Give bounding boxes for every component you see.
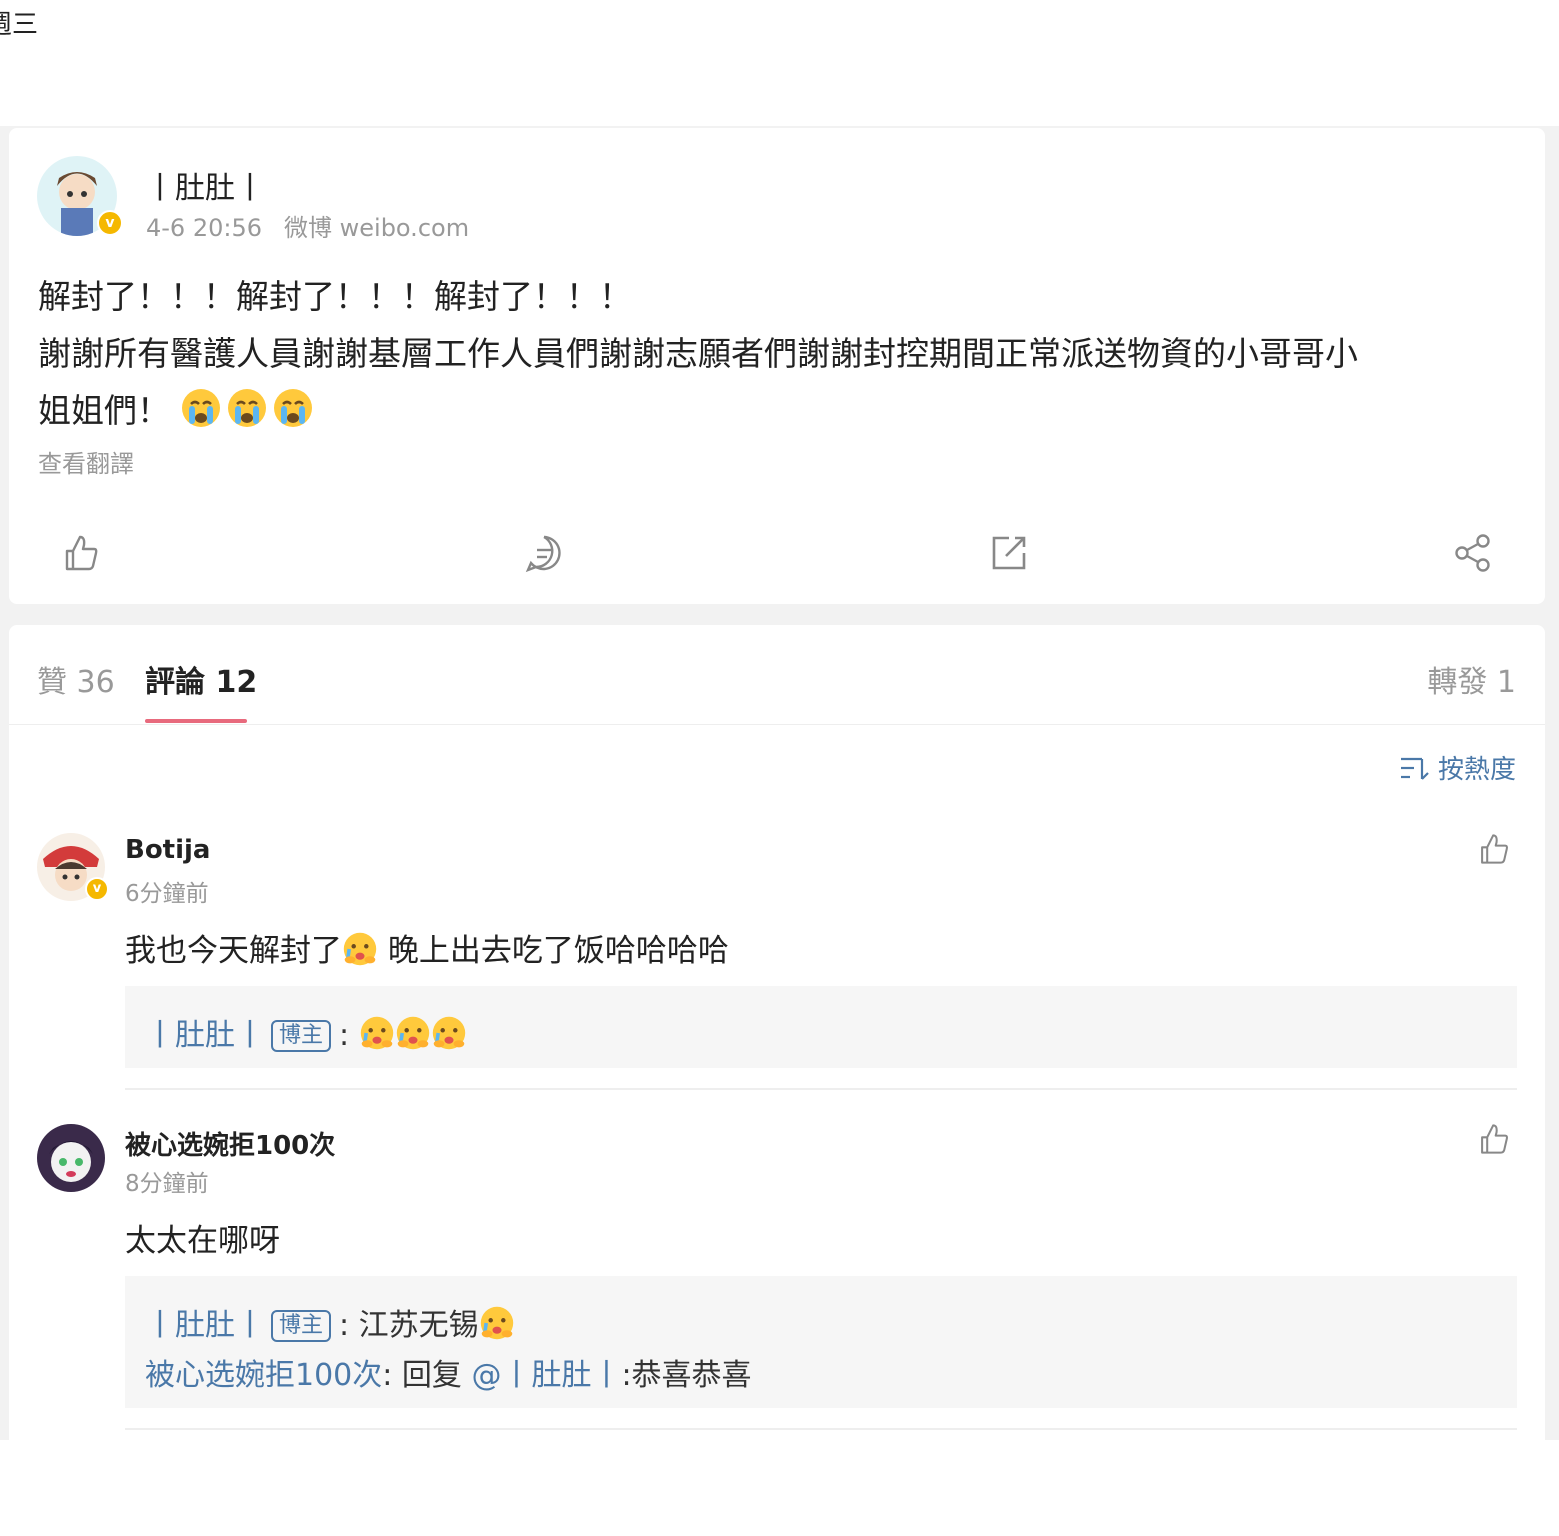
crying-face-icon: [227, 389, 266, 427]
tab-reposts[interactable]: 轉發 1: [1427, 657, 1516, 701]
author-badge: 博主: [271, 1310, 332, 1342]
comment-text: 我也今天解封了 晚上出去吃了饭哈哈哈哈: [125, 932, 729, 969]
tearful-hug-emoji-icon: [432, 1016, 465, 1050]
comment-divider: [125, 1088, 1517, 1090]
commenter-name[interactable]: 被心选婉拒100次: [125, 1125, 335, 1162]
tab-likes[interactable]: 贊 36: [37, 657, 115, 701]
verified-badge-icon: v: [97, 210, 123, 236]
post-body: 解封了！！！解封了！！！解封了！！！ 謝謝所有醫護人員謝謝基層工作人員們謝謝志願…: [38, 268, 1518, 439]
reply-item: 丨肚肚丨 博主:: [145, 1010, 467, 1054]
reply-item: 丨肚肚丨 博主: 江苏无锡: [145, 1300, 515, 1344]
tab-comments[interactable]: 評論 12: [145, 657, 257, 701]
sort-icon: [1400, 757, 1429, 780]
tearful-hug-emoji-icon: [343, 932, 377, 966]
share-icon[interactable]: [1453, 533, 1493, 573]
crying-face-icon: [181, 389, 220, 427]
crying-face-icon: [273, 389, 312, 427]
tearful-hug-emoji-icon: [480, 1306, 513, 1340]
reply-author[interactable]: 丨肚肚丨: [145, 1018, 265, 1053]
tearful-hug-emoji-icon: [360, 1016, 393, 1050]
reply-author[interactable]: 丨肚肚丨: [145, 1308, 265, 1343]
sort-button[interactable]: 按熱度: [1400, 749, 1516, 786]
reply-box: 丨肚肚丨 博主:: [125, 986, 1517, 1068]
tab-divider: [9, 724, 1545, 725]
comment-divider: [125, 1428, 1517, 1430]
post-text-line1: 解封了！！！解封了！！！解封了！！！: [38, 277, 632, 316]
reply-box: 丨肚肚丨 博主: 江苏无锡 被心选婉拒100次: 回复 @丨肚肚丨:恭喜恭喜: [125, 1276, 1517, 1408]
comment-like-icon[interactable]: [1477, 1122, 1511, 1156]
repost-icon[interactable]: [989, 533, 1029, 573]
tearful-hug-emoji-icon: [396, 1016, 429, 1050]
post-card: v 丨肚肚丨 4-6 20:56 微博 weibo.com 解封了！！！解封了！！…: [9, 128, 1545, 604]
post-text-line2: 謝謝所有醫護人員謝謝基層工作人員們謝謝志願者們謝謝封控期間正常派送物資的小哥哥小: [38, 334, 1358, 373]
commenter-name[interactable]: Botija: [125, 835, 210, 865]
post-source: 微博 weibo.com: [284, 214, 470, 242]
comments-card: 贊 36 評論 12 轉發 1 按熱度 v Botija 6分鐘前 我也今天解封…: [9, 625, 1545, 1440]
post-author-name[interactable]: 丨肚肚丨: [145, 163, 265, 207]
mention-link[interactable]: @丨肚肚丨: [471, 1358, 621, 1393]
post-meta: 4-6 20:56 微博 weibo.com: [146, 208, 469, 243]
reply-item: 被心选婉拒100次: 回复 @丨肚肚丨:恭喜恭喜: [145, 1358, 752, 1393]
translate-link[interactable]: 查看翻譯: [38, 444, 134, 479]
active-tab-indicator: [145, 719, 247, 723]
comment-text: 太太在哪呀: [125, 1223, 280, 1259]
comment-time: 6分鐘前: [125, 881, 209, 907]
post-time: 4-6 20:56: [146, 214, 262, 242]
comment-icon[interactable]: [524, 533, 564, 573]
like-icon[interactable]: [61, 533, 101, 573]
comment-time: 8分鐘前: [125, 1171, 209, 1197]
author-badge: 博主: [271, 1020, 332, 1052]
commenter-avatar[interactable]: [37, 1124, 105, 1192]
verified-badge-icon: v: [85, 877, 109, 901]
post-text-line3: 姐姐們！: [38, 382, 1518, 439]
reply-author[interactable]: 被心选婉拒100次: [145, 1358, 382, 1393]
comment-like-icon[interactable]: [1477, 832, 1511, 866]
sort-label: 按熱度: [1437, 755, 1516, 785]
top-fragment-text: 週三: [0, 10, 39, 40]
